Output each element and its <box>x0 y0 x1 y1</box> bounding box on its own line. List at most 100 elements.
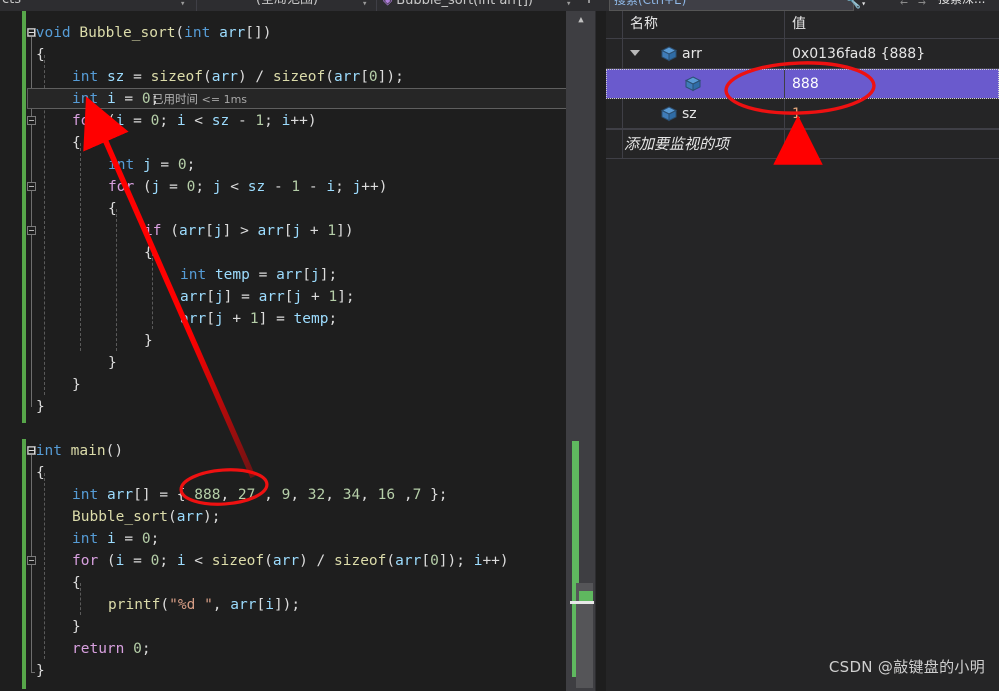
watch-name-label: sz <box>682 106 697 122</box>
code-token: = <box>115 91 142 107</box>
code-line[interactable]: int i = 0; <box>72 528 159 550</box>
chevron-down-icon-member[interactable]: ▾ <box>566 0 571 9</box>
code-token: ( <box>168 509 177 525</box>
watch-header-row: 名称 值 <box>606 11 999 39</box>
code-line[interactable]: ⊟int main() <box>27 440 123 462</box>
code-token: + <box>302 289 329 305</box>
code-token: ] > <box>222 223 258 239</box>
code-line[interactable]: printf("%d ", arr[i]); <box>108 594 300 616</box>
code-line[interactable]: Bubble_sort(arr); <box>72 506 220 528</box>
watch-value-label[interactable]: 1 <box>792 99 801 129</box>
code-token: , <box>255 487 282 503</box>
wrench-icon[interactable]: 🔧▾ <box>845 0 866 10</box>
code-line[interactable]: } <box>72 374 81 396</box>
outline-collapse-toggle-for-inner[interactable] <box>27 182 36 191</box>
code-token: return <box>72 641 125 657</box>
code-line[interactable]: arr[j] = arr[j + 1]; <box>180 286 355 308</box>
project-dropdown[interactable]: cts <box>0 0 196 11</box>
editor-vertical-scrollbar[interactable]: ▲ <box>566 11 596 691</box>
code-line[interactable]: int temp = arr[j]; <box>180 264 337 286</box>
row-column-divider[interactable] <box>784 99 785 129</box>
row-column-divider[interactable] <box>784 39 785 69</box>
watch-value-label[interactable]: 0x0136fad8 {888} <box>792 39 925 69</box>
add-tab-button[interactable]: + <box>578 0 600 11</box>
code-token: sizeof <box>334 553 387 569</box>
code-token: ; <box>264 113 282 129</box>
code-token: j <box>352 179 362 195</box>
member-dropdown-label: Bubble_sort(int arr[]) <box>396 0 533 8</box>
code-line[interactable]: } <box>36 396 45 418</box>
header-divider-0 <box>622 11 623 38</box>
code-token: int <box>72 69 99 85</box>
code-line[interactable]: } <box>36 660 45 682</box>
back-arrow-icon[interactable]: ← <box>900 0 908 10</box>
code-token: ; <box>195 179 213 195</box>
watch-name-label: arr <box>682 46 702 62</box>
member-dropdown[interactable]: ◈ Bubble_sort(int arr[]) <box>376 0 583 11</box>
search-input[interactable]: 搜索(Ctrl+E) <box>609 0 854 11</box>
code-line[interactable]: { <box>36 462 45 484</box>
chevron-down-icon-scope[interactable]: ▾ <box>362 0 367 9</box>
code-token: sz <box>247 179 266 195</box>
code-token: j <box>292 223 302 239</box>
watch-row[interactable]: 888 <box>606 69 999 99</box>
indent-guide-5 <box>44 473 45 659</box>
outline-collapse-toggle-for-outer[interactable] <box>27 116 36 125</box>
code-line[interactable]: int arr[] = { 888, 27 , 9, 32, 34, 16 ,7… <box>72 484 448 506</box>
code-line[interactable]: for (i = 0; i < sizeof(arr) / sizeof(arr… <box>72 550 509 572</box>
code-token: arr <box>176 509 203 525</box>
code-token: ] = <box>258 311 294 327</box>
variable-cube-icon <box>684 76 702 92</box>
code-line[interactable]: } <box>144 330 153 352</box>
code-line[interactable]: int sz = sizeof(arr) / sizeof(arr[0]); <box>72 66 404 88</box>
code-token: temp <box>214 267 250 283</box>
code-line[interactable]: arr[j + 1] = temp; <box>180 308 337 330</box>
code-line[interactable]: int i = 0; <box>72 88 159 110</box>
code-line[interactable]: for (j = 0; j < sz - 1 - i; j++) <box>108 176 388 198</box>
code-token: i <box>106 91 116 107</box>
column-header-name[interactable]: 名称 <box>630 11 658 38</box>
scroll-up-arrow-icon[interactable]: ▲ <box>566 11 596 29</box>
code-token: [ <box>206 289 215 305</box>
forward-arrow-icon[interactable]: → <box>918 0 926 10</box>
watch-panel[interactable]: 名称 值 arr 0x0136fad8 {888} 888 sz 1 添加要监视的项 <box>606 11 999 691</box>
add-watch-placeholder[interactable]: 添加要监视的项 <box>624 129 729 159</box>
code-line[interactable]: if (arr[j] > arr[j + 1]) <box>144 220 354 242</box>
code-line[interactable]: return 0; <box>72 638 151 660</box>
code-token: 0 <box>141 91 151 107</box>
add-watch-row[interactable]: 添加要监视的项 <box>606 129 999 159</box>
code-line[interactable]: { <box>144 242 153 264</box>
code-line[interactable]: { <box>36 44 45 66</box>
code-token: ]; <box>337 289 355 305</box>
code-token: if <box>144 223 162 239</box>
chevron-down-icon-project[interactable]: ▾ <box>180 0 185 9</box>
row-column-divider[interactable] <box>784 69 785 99</box>
code-line[interactable]: { <box>72 132 81 154</box>
outline-collapse-toggle-if[interactable] <box>27 226 36 235</box>
code-line[interactable]: } <box>72 616 81 638</box>
watch-row[interactable]: arr 0x0136fad8 {888} <box>606 39 999 69</box>
code-line[interactable]: for (i = 0; i < sz - 1; i++) <box>72 110 317 132</box>
code-line[interactable]: ⊟void Bubble_sort(int arr[]) <box>27 22 271 44</box>
column-header-value[interactable]: 值 <box>792 11 806 38</box>
search-deeper-label[interactable]: 搜索深... <box>938 0 985 11</box>
code-token: sz <box>106 69 125 85</box>
code-token: ( <box>98 113 116 129</box>
code-token: sizeof <box>211 553 265 569</box>
outline-collapse-toggle-for-print[interactable] <box>27 556 36 565</box>
code-line[interactable]: { <box>108 198 117 220</box>
variable-cube-icon <box>660 106 678 122</box>
code-line[interactable]: int j = 0; <box>108 154 195 176</box>
scope-dropdown[interactable]: (全局范围) <box>196 0 377 11</box>
code-editor[interactable]: 已用时间 <= 1ms ⊟void Bubble_sort(int arr[])… <box>0 11 596 691</box>
code-token: ⊟ <box>27 25 36 41</box>
header-divider-1[interactable] <box>784 11 785 38</box>
watch-row[interactable]: sz 1 <box>606 99 999 129</box>
watch-value-label[interactable]: 888 <box>792 69 819 99</box>
code-line[interactable]: { <box>72 572 81 594</box>
code-token: int <box>184 25 211 41</box>
scrollbar-caret-marker <box>570 601 594 604</box>
code-token: ++) <box>482 553 509 569</box>
code-line[interactable]: } <box>108 352 117 374</box>
expander-triangle-icon[interactable] <box>630 50 640 56</box>
